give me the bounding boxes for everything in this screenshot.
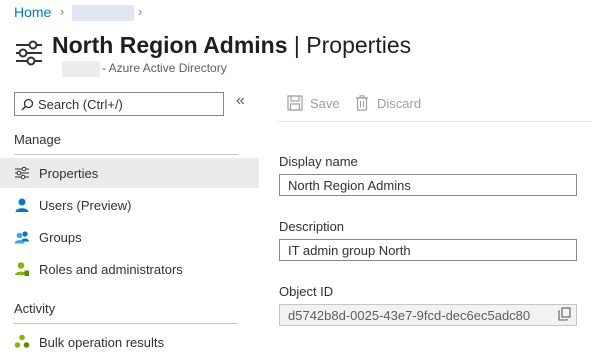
divider [14,154,238,155]
object-id-field[interactable]: d5742b8d-0025-43e7-9fcd-dec6ec5adc80 [279,304,577,326]
sidebar-item-roles[interactable]: Roles and administrators [0,254,259,284]
sidebar-item-label: Users (Preview) [39,197,132,213]
breadcrumb-redacted-item[interactable] [72,5,134,21]
save-label: Save [310,95,340,111]
sidebar-item-groups[interactable]: Groups [0,222,259,252]
sidebar-item-bulk-operations[interactable]: Bulk operation results [0,327,259,357]
roles-icon [14,261,30,277]
page-title: North Region Admins | Properties [52,30,411,60]
sliders-icon [14,165,30,181]
discard-label: Discard [377,95,422,111]
page-title-separator: | [287,32,307,58]
toolbar-divider [278,121,592,122]
display-name-label: Display name [279,154,358,169]
collapse-menu-icon[interactable]: « [236,92,245,110]
divider [14,323,238,324]
save-icon [287,95,303,111]
sidebar-item-properties[interactable]: Properties [0,158,259,188]
sidebar-item-label: Properties [39,165,99,181]
discard-button[interactable]: Discard [355,95,421,111]
groups-icon [14,229,30,245]
chevron-right-icon: › [138,4,143,19]
page-icon [14,38,44,68]
search-box[interactable]: Search (Ctrl+/) [14,92,224,116]
object-id-label: Object ID [279,284,334,299]
chevron-right-icon: › [60,4,65,19]
sidebar-item-users[interactable]: Users (Preview) [0,190,259,220]
nav-section-activity: Activity [14,301,56,316]
bulk-icon [14,334,30,350]
search-icon [21,98,34,111]
breadcrumb: Home › › [0,0,592,26]
nav-section-manage: Manage [14,132,61,147]
copy-icon[interactable] [558,307,571,326]
breadcrumb-home-link[interactable]: Home [14,4,51,20]
user-icon [14,197,30,213]
description-field[interactable]: IT admin group North [279,239,577,261]
page-subtitle: - Azure Active Directory [102,61,227,75]
save-button[interactable]: Save [287,95,340,111]
search-input[interactable]: Search (Ctrl+/) [38,97,123,112]
trash-icon [355,95,369,111]
tenant-redacted [62,61,100,77]
description-label: Description [279,219,345,234]
sidebar-item-label: Bulk operation results [39,334,165,350]
page-title-section: Properties [306,32,412,58]
display-name-field[interactable]: North Region Admins [279,174,577,196]
sidebar-item-label: Roles and administrators [39,261,183,277]
sidebar-item-label: Groups [39,229,82,245]
page-title-main: North Region Admins [52,32,288,58]
